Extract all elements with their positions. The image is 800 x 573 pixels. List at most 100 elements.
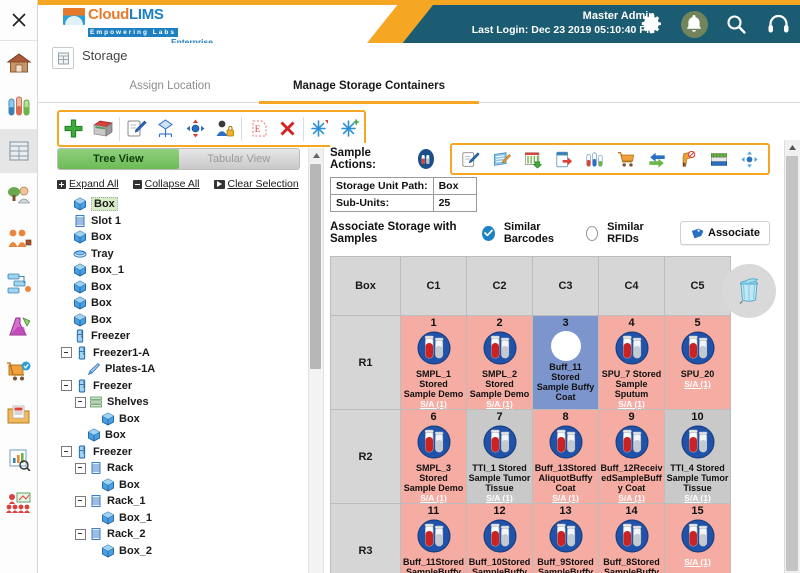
collapse-toggle-icon[interactable] [75,495,86,507]
container-hierarchy-button[interactable] [151,114,181,143]
tree-node[interactable]: Box_2 [57,543,307,560]
collapse-toggle-icon[interactable] [75,396,86,408]
tree-node[interactable]: Box [57,229,307,246]
sidebar-item-tests[interactable] [0,305,37,349]
tree-node[interactable]: Shelves [57,394,307,411]
collapse-toggle-icon[interactable] [75,462,86,474]
sidebar-item-training[interactable] [0,481,37,525]
sidebar-item-orders[interactable] [0,349,37,393]
tree-node[interactable]: Box [57,411,307,428]
print-label-button[interactable] [703,147,734,172]
tree-scrollbar[interactable] [308,148,324,573]
order-button[interactable] [610,147,641,172]
sidebar-item-documents[interactable] [0,393,37,437]
tree-node[interactable]: Rack [57,460,307,477]
edit-container-button[interactable] [121,114,151,143]
grid-cell[interactable]: 7 TTI_1 Stored Sample Tumor Tissue S/A (1) [466,409,533,504]
collapse-toggle-icon[interactable] [61,347,72,359]
tree-node[interactable]: Freezer [57,378,307,395]
sidebar-item-reports[interactable] [0,437,37,481]
edit-sample-button[interactable] [455,147,486,172]
clear-selection-button[interactable]: Clear Selection [213,178,299,190]
tree-node[interactable]: Rack_2 [57,526,307,543]
tab-tabular-view[interactable]: Tabular View [178,149,299,169]
associate-button[interactable]: Associate [680,221,770,245]
cell-sa-link[interactable]: S/A (1) [599,493,664,503]
cell-sa-link[interactable]: S/A (1) [665,379,730,389]
info-vials-icon[interactable] [417,149,434,169]
grid-cell[interactable]: 10 TTI_4 Stored Sample Tumor Tissue S/A (1… [664,409,731,504]
aliquot-button[interactable] [579,147,610,172]
expand-all-button[interactable]: Expand All [57,178,119,190]
cell-sa-link[interactable]: S/A (1) [599,399,664,409]
sidebar-item-samples[interactable] [0,85,37,129]
delete-container-button[interactable] [272,114,302,143]
sidebar-item-home[interactable] [0,41,37,85]
freeze-button[interactable] [305,114,335,143]
close-icon[interactable] [0,0,37,41]
tree-node[interactable]: Freezer1-A [57,345,307,362]
tree-node[interactable]: Box [57,279,307,296]
collapse-toggle-icon[interactable] [61,380,72,392]
barcode-scan-button[interactable] [672,147,703,172]
cell-sa-link[interactable]: S/A (1) [401,399,466,409]
cell-sa-link[interactable]: S/A (1) [533,493,598,503]
tree-node[interactable]: Box [57,477,307,494]
cloudlims-logo[interactable]: CloudLIMS Empowering Labs Enterprise [63,7,213,43]
rearrange-button[interactable] [734,147,765,172]
tab-tree-view[interactable]: Tree View [58,149,179,169]
bulk-edit-button[interactable] [486,147,517,172]
move-container-button[interactable] [180,114,210,143]
cell-sa-link[interactable]: S/A (1) [665,557,730,567]
tab-assign-location[interactable]: Assign Location [85,72,255,101]
tab-manage-storage-containers[interactable]: Manage Storage Containers [259,72,479,104]
collapse-toggle-icon[interactable] [75,528,86,540]
sidebar-item-contacts[interactable] [0,217,37,261]
cell-sa-link[interactable]: S/A (1) [467,399,532,409]
content-scrollbar[interactable] [784,140,800,573]
content-scroll-thumb[interactable] [786,156,798,571]
export-button[interactable]: E [243,114,273,143]
grid-cell[interactable]: 13Buff_9Stored SampleBuffy CoatS/A (1) [532,503,599,573]
tree-node[interactable]: Freezer [57,444,307,461]
scroll-up-arrow[interactable] [309,148,323,162]
grid-cell[interactable]: 14Buff_8Stored SampleBuffy CoatS/A (1) [598,503,665,573]
tree-node[interactable]: Rack_1 [57,493,307,510]
grid-cell[interactable]: 11Buff_11StoredSampleBuffy CoatS/A (1) [400,503,467,573]
grid-cell[interactable]: 2 SMPL_2 Stored Sample Demo S/A (1) [466,315,533,410]
grid-cell[interactable]: 3 Buff_11 Stored Sample Buffy Coat [532,315,599,410]
container-permissions-button[interactable] [210,114,240,143]
grid-cell[interactable]: 9 Buff_12ReceivedSampleBuffy Coat S/A (1) [598,409,665,504]
grid-cell[interactable]: 12Buff_10StoredSampleBuffy CoatS/A (1) [466,503,533,573]
cell-sa-link[interactable]: S/A (1) [467,493,532,503]
tree-node[interactable]: Plates-1A [57,361,307,378]
support-headset-icon[interactable] [764,9,792,39]
sidebar-item-storage[interactable] [0,129,37,173]
collapse-all-button[interactable]: Collapse All [132,178,200,190]
content-scroll-up-arrow[interactable] [785,140,800,155]
grid-cell[interactable]: 8 Buff_13StoredAliquotBuffy Coat S/A (1) [532,409,599,504]
collapse-toggle-icon[interactable] [61,446,72,458]
tree-node[interactable]: Slot 1 [57,213,307,230]
grid-cell[interactable]: 15 S/A (1) [664,503,731,573]
tree-node[interactable]: Box [57,196,307,213]
add-to-storage-button[interactable] [517,147,548,172]
sidebar-item-projects[interactable] [0,173,37,217]
transfer-button[interactable] [641,147,672,172]
trash-bin-icon[interactable] [722,264,776,318]
radio-similar-rfids[interactable] [585,225,599,241]
tree-node[interactable]: Box_1 [57,262,307,279]
tree-node[interactable]: Box_1 [57,510,307,527]
cell-sa-link[interactable]: S/A (1) [401,493,466,503]
add-container-button[interactable] [59,114,89,143]
thaw-button[interactable] [334,114,364,143]
sidebar-item-workflows[interactable] [0,261,37,305]
add-multiple-containers-button[interactable] [89,114,119,143]
tree-node[interactable]: Box [57,427,307,444]
tree-node[interactable]: Box [57,312,307,329]
grid-cell[interactable]: 4 SPU_7 Stored Sample Sputum S/A (1) [598,315,665,410]
tree-node[interactable]: Tray [57,246,307,263]
bell-icon[interactable] [680,9,708,39]
tree-scroll-thumb[interactable] [310,164,321,369]
grid-cell[interactable]: 5 SPU_20 S/A (1) [664,315,731,410]
